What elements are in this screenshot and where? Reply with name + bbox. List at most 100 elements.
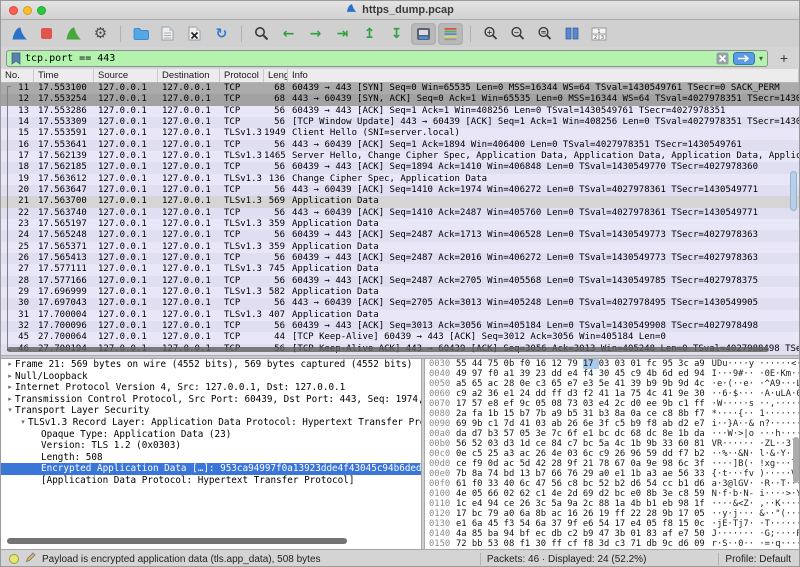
packet-row[interactable]: 1617.553641127.0.0.1127.0.0.1TCP56443 → … xyxy=(1,140,799,151)
collapsed-arrow-icon[interactable]: ▸ xyxy=(5,394,15,406)
packet-row[interactable]: 2717.577111127.0.0.1127.0.0.1TLSv1.3745A… xyxy=(1,264,799,275)
reload-file-button[interactable]: ↻ xyxy=(209,23,234,45)
packet-row[interactable]: 2617.565413127.0.0.1127.0.0.1TCP5660439 … xyxy=(1,253,799,264)
stop-capture-button[interactable] xyxy=(34,23,59,45)
hex-row[interactable]: 004049 97 f0 a1 39 23 dd e4f4 30 45 c9 4… xyxy=(425,369,800,379)
hex-row[interactable]: 00802a fa 1b 15 b7 7b a9 b531 b3 8a 0a c… xyxy=(425,409,800,419)
hex-row[interactable]: 00b056 52 03 d3 1d ce 84 c7bc 5a 4c 1b 9… xyxy=(425,439,800,449)
packet-row[interactable]: 3017.697043127.0.0.1127.0.0.1TCP56443 → … xyxy=(1,298,799,309)
colorize-button[interactable] xyxy=(438,23,463,45)
collapsed-arrow-icon[interactable]: ▸ xyxy=(5,359,15,371)
column-header-time[interactable]: Time xyxy=(34,69,94,82)
column-header-destination[interactable]: Destination xyxy=(158,69,220,82)
collapsed-arrow-icon[interactable]: ▸ xyxy=(5,371,15,383)
column-header-no[interactable]: No. xyxy=(1,69,34,82)
resize-columns-button[interactable] xyxy=(559,23,584,45)
hex-row[interactable]: 012017 bc 79 a0 6a 8b ac 1626 19 ff 22 2… xyxy=(425,509,800,519)
collapsed-arrow-icon[interactable]: ▸ xyxy=(5,382,15,394)
hex-row[interactable]: 00d0ce f9 0d ac 5d 42 28 9f21 78 67 0a 9… xyxy=(425,459,800,469)
detail-row[interactable]: ▸Frame 21: 569 bytes on wire (4552 bits)… xyxy=(1,359,421,371)
expanded-arrow-icon[interactable]: ▾ xyxy=(18,417,28,429)
profile-selector[interactable]: Profile: Default xyxy=(725,554,791,565)
packet-row[interactable]: 2517.565371127.0.0.1127.0.0.1TLSv1.3359A… xyxy=(1,242,799,253)
minimize-window-button[interactable] xyxy=(23,6,32,15)
go-back-button[interactable]: ← xyxy=(276,23,301,45)
go-to-packet-button[interactable]: ⇥ xyxy=(330,23,355,45)
filter-add-button[interactable]: + xyxy=(774,49,794,67)
hex-row[interactable]: 00c00e c5 25 a3 ac 26 4e 036c c9 26 96 5… xyxy=(425,449,800,459)
zoom-out-button[interactable]: − xyxy=(505,23,530,45)
title-bar[interactable]: https_dump.pcap xyxy=(1,1,799,20)
packet-row[interactable]: 2317.565197127.0.0.1127.0.0.1TLSv1.3359A… xyxy=(1,219,799,230)
detail-row[interactable]: Length: 508 xyxy=(1,452,421,464)
find-packet-button[interactable] xyxy=(249,23,274,45)
packet-list-horizontal-scrollbar[interactable] xyxy=(7,347,769,352)
open-file-button[interactable] xyxy=(128,23,153,45)
details-horizontal-scrollbar[interactable] xyxy=(7,538,347,544)
packet-row[interactable]: 2017.563647127.0.0.1127.0.0.1TCP56443 → … xyxy=(1,185,799,196)
column-header-length[interactable]: Length xyxy=(264,69,288,82)
packet-row[interactable]: 3217.700096127.0.0.1127.0.0.1TCP5660439 … xyxy=(1,321,799,332)
layout-columns-button[interactable]: 123 xyxy=(586,23,611,45)
hex-row[interactable]: 01101c e4 94 ce 26 3c 5a 9a2c 88 1a 4b b… xyxy=(425,499,800,509)
hex-row[interactable]: 003055 44 75 0b f0 16 12 7917 03 03 01 f… xyxy=(425,359,800,369)
save-file-button[interactable] xyxy=(155,23,180,45)
display-filter-input[interactable]: tcp.port == 443 ▾ xyxy=(6,50,768,67)
filter-clear-button[interactable] xyxy=(716,52,729,65)
selected-byte[interactable]: 17 xyxy=(583,359,599,369)
detail-row[interactable]: Version: TLS 1.2 (0x0303) xyxy=(1,440,421,452)
zoom-window-button[interactable] xyxy=(37,6,46,15)
hex-row[interactable]: 00a0da d7 b3 57 05 3e 7c 6fe1 bc dc 68 d… xyxy=(425,429,800,439)
packet-row[interactable]: 1317.553286127.0.0.1127.0.0.1TCP5660439 … xyxy=(1,106,799,117)
detail-row[interactable]: ▸Transmission Control Protocol, Src Port… xyxy=(1,394,421,406)
packet-row[interactable]: 1917.563612127.0.0.1127.0.0.1TLSv1.3136C… xyxy=(1,174,799,185)
packet-row[interactable]: 1517.553591127.0.0.1127.0.0.1TLSv1.31949… xyxy=(1,128,799,139)
column-header-source[interactable]: Source xyxy=(94,69,158,82)
detail-row[interactable]: ▸Null/Loopback xyxy=(1,371,421,383)
start-capture-button[interactable] xyxy=(7,23,32,45)
detail-row[interactable]: [Application Data Protocol: Hypertext Tr… xyxy=(1,475,421,487)
packet-row[interactable]: 1417.553309127.0.0.1127.0.0.1TCP56[TCP W… xyxy=(1,117,799,128)
last-packet-button[interactable]: ↧ xyxy=(384,23,409,45)
column-header-info[interactable]: Info xyxy=(288,69,799,82)
packet-row[interactable]: 1717.562139127.0.0.1127.0.0.1TLSv1.31465… xyxy=(1,151,799,162)
hex-row[interactable]: 0060c9 a2 36 e1 24 dd ff d3f2 41 1a 75 4… xyxy=(425,389,800,399)
packet-row[interactable]: 2117.563700127.0.0.1127.0.0.1TLSv1.3569A… xyxy=(1,196,799,207)
packet-row[interactable]: 2217.563740127.0.0.1127.0.0.1TCP56443 → … xyxy=(1,208,799,219)
hex-row[interactable]: 01404a 85 ba 94 bf ec db c2b9 47 3b 01 8… xyxy=(425,529,800,539)
auto-scroll-button[interactable] xyxy=(411,23,436,45)
expanded-arrow-icon[interactable]: ▾ xyxy=(5,405,15,417)
packet-row[interactable]: 2817.577166127.0.0.1127.0.0.1TCP5660439 … xyxy=(1,276,799,287)
capture-options-button[interactable]: ⚙ xyxy=(88,23,113,45)
display-filter-value[interactable]: tcp.port == 443 xyxy=(25,53,712,64)
hex-row[interactable]: 01004e 05 66 02 62 c1 4e 2d69 d2 bc e0 8… xyxy=(425,489,800,499)
detail-row[interactable]: ▸Internet Protocol Version 4, Src: 127.0… xyxy=(1,382,421,394)
hex-row[interactable]: 00e07b 8a 74 bd 13 b7 66 7629 a0 e1 1b a… xyxy=(425,469,800,479)
close-file-button[interactable] xyxy=(182,23,207,45)
packet-row[interactable]: 3117.700004127.0.0.1127.0.0.1TLSv1.3407A… xyxy=(1,310,799,321)
hex-row[interactable]: 009069 9b c1 7d 41 03 ab 266e 3f c5 b9 f… xyxy=(425,419,800,429)
hex-row[interactable]: 0050a5 65 ac 28 0e c3 65 e7e3 5e 41 39 b… xyxy=(425,379,800,389)
packet-row[interactable]: 1817.562185127.0.0.1127.0.0.1TCP5660439 … xyxy=(1,162,799,173)
hex-row[interactable]: 00f061 f0 33 40 6c 47 56 c8bc 52 b2 d6 5… xyxy=(425,479,800,489)
bytes-vertical-scrollbar[interactable] xyxy=(793,437,799,483)
column-header-protocol[interactable]: Protocol xyxy=(220,69,264,82)
detail-row[interactable]: ▾Transport Layer Security xyxy=(1,405,421,417)
hex-row[interactable]: 0130e1 6a 45 f3 54 6a 37 9fe6 54 17 e4 0… xyxy=(425,519,800,529)
hex-row[interactable]: 015072 bb 53 08 f1 30 ff cff8 3d c3 71 d… xyxy=(425,539,800,549)
restart-capture-button[interactable] xyxy=(61,23,86,45)
filter-bookmark-icon[interactable] xyxy=(11,52,21,65)
packet-row[interactable]: 1117.553100127.0.0.1127.0.0.1TCP6860439 … xyxy=(1,83,799,94)
zoom-reset-button[interactable]: = xyxy=(532,23,557,45)
capture-comment-icon[interactable] xyxy=(25,552,36,566)
filter-apply-button[interactable] xyxy=(733,52,755,65)
filter-dropdown-caret-icon[interactable]: ▾ xyxy=(759,54,763,63)
first-packet-button[interactable]: ↥ xyxy=(357,23,382,45)
packet-list-vertical-scrollbar[interactable] xyxy=(790,171,797,211)
go-forward-button[interactable]: → xyxy=(303,23,328,45)
packet-row[interactable]: 2917.696999127.0.0.1127.0.0.1TLSv1.3582A… xyxy=(1,287,799,298)
hex-row[interactable]: 007017 57 e8 ef 9c 05 08 7303 e4 2c d0 e… xyxy=(425,399,800,409)
packet-row[interactable]: 4527.700064127.0.0.1127.0.0.1TCP44[TCP K… xyxy=(1,332,799,343)
close-window-button[interactable] xyxy=(9,6,18,15)
expert-info-icon[interactable] xyxy=(9,554,19,564)
